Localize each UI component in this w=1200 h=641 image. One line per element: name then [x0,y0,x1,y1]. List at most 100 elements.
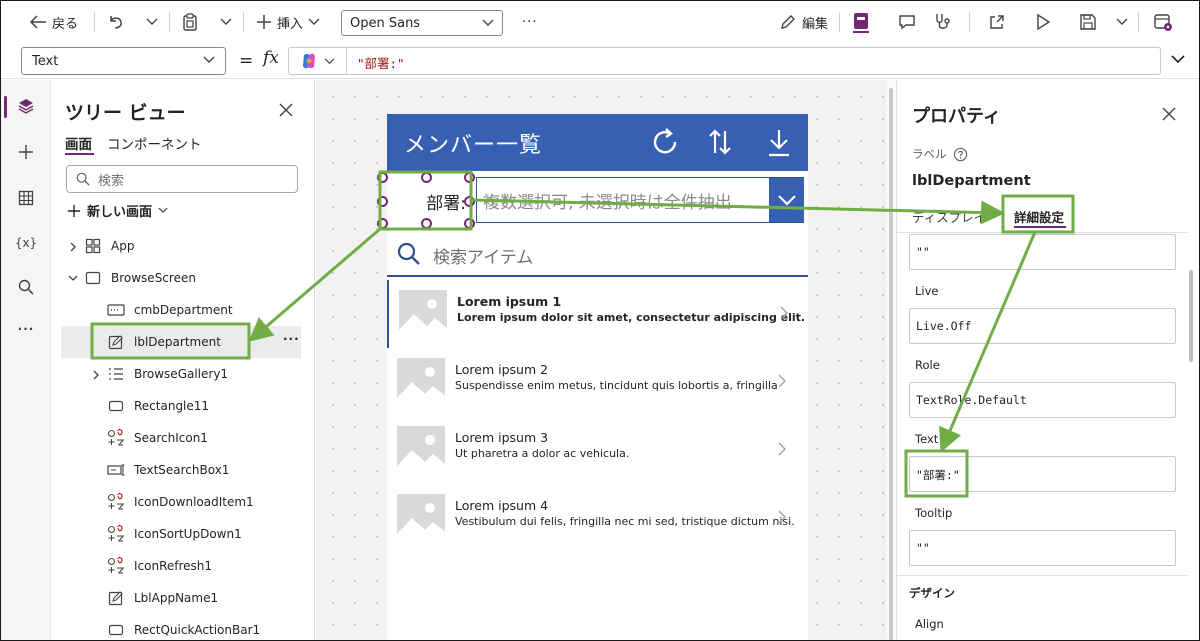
expand-formula-icon[interactable] [1171,55,1185,64]
chevron-right-icon[interactable] [778,442,786,456]
variables-rail-button[interactable]: {x} [1,223,51,263]
tree-node-app[interactable]: App [51,230,315,262]
tree-node-rectangle11[interactable]: Rectangle11 [51,390,315,422]
comment-icon [899,15,915,30]
paste-button[interactable] [181,10,199,34]
icon-control-icon [107,557,125,575]
resize-handle[interactable] [464,196,475,207]
tree-node-browsegallery1[interactable]: BrowseGallery1 [51,358,315,390]
tab-components[interactable]: コンポーネント [107,133,202,153]
gallery-item[interactable]: Lorem ipsum 1 Lorem ipsum dolor sit amet… [387,280,808,348]
chevron-right-icon [70,242,76,252]
undo-dropdown[interactable] [146,10,158,34]
combobox-expand-button[interactable] [769,178,804,222]
property-select[interactable]: Text [21,47,226,75]
tab-advanced[interactable]: 詳細設定 [1014,207,1064,226]
sort-up-down-icon[interactable] [707,127,733,157]
search-placeholder: 検索アイテム [433,248,534,268]
more-options-icon[interactable]: ··· [283,332,300,346]
formula-bar: Text = fx "部署:" [1,43,1199,79]
canvas-scrollbar[interactable] [886,80,896,640]
search-icon [76,172,90,186]
property-value-text[interactable]: "部署:" [909,456,1176,492]
font-family-select[interactable]: Open Sans [341,10,503,36]
tree-node-searchicon1[interactable]: SearchIcon1 [51,422,315,454]
insert-rail-button[interactable] [1,132,51,172]
edit-button[interactable]: 編集 [779,10,828,34]
active-indicator [4,96,7,118]
tree-node-browsescreen[interactable]: BrowseScreen [51,262,315,294]
app-checker-button[interactable] [851,10,871,34]
tree-node-textsearchbox1[interactable]: TextSearchBox1 [51,454,315,486]
resize-handle[interactable] [421,172,432,183]
equals-sign: = [239,51,254,71]
department-combobox[interactable]: 複数選択可, 未選択時は全件抽出 [476,177,804,223]
close-icon[interactable] [279,103,293,117]
property-value-tooltip[interactable]: "" [909,530,1176,566]
new-screen-button[interactable]: 新しい画面 [67,201,168,220]
tree-node-iconrefresh1[interactable]: IconRefresh1 [51,550,315,582]
save-dropdown[interactable] [1116,10,1128,34]
gallery-item[interactable]: Lorem ipsum 2 Suspendisse enim metus, ti… [387,348,808,416]
gallery-item[interactable]: Lorem ipsum 4 Vestibulum dui felis, frin… [387,484,808,552]
chevron-down-icon [158,207,168,213]
combobox-placeholder: 複数選択可, 未選択時は全件抽出 [483,193,732,213]
chevron-down-icon [220,18,232,25]
search-box[interactable]: 検索アイテム [387,232,808,277]
properties-scrollbar[interactable] [1189,270,1193,362]
health-check-button[interactable] [933,10,953,34]
formula-input[interactable]: "部署:" [288,47,1161,75]
tree-node-rectquickactionbar1[interactable]: RectQuickActionBar1 [51,614,315,640]
resize-handle[interactable] [377,172,388,183]
search-icon [18,279,34,295]
search-rail-button[interactable] [1,267,51,307]
property-value-role[interactable]: TextRole.Default [909,382,1176,418]
undo-button[interactable] [107,10,125,34]
share-button[interactable] [988,10,1006,34]
download-icon[interactable] [767,128,791,158]
resize-handle[interactable] [421,218,432,229]
comments-button[interactable] [898,10,916,34]
scrollbar-thumb[interactable] [889,88,893,640]
tree-node-label: LblAppName1 [134,591,219,605]
play-button[interactable] [1035,10,1051,34]
gallery-item-subtitle: Lorem ipsum dolor sit amet, consectetur … [457,311,806,324]
more-rail-button[interactable]: ··· [1,309,51,349]
gallery-item[interactable]: Lorem ipsum 3 Ut pharetra a dolor ac veh… [387,416,808,484]
tree-node-iconsortupdown1[interactable]: IconSortUpDown1 [51,518,315,550]
resize-handle[interactable] [377,218,388,229]
resize-handle[interactable] [377,196,388,207]
chevron-right-icon[interactable] [778,510,786,524]
resize-handle[interactable] [464,172,475,183]
tab-screens[interactable]: 画面 [65,133,92,153]
tree-node-label: IconSortUpDown1 [134,527,242,541]
tab-display[interactable]: ディスプレイ [912,207,986,226]
property-value-live[interactable]: Live.Off [909,308,1176,344]
resize-handle[interactable] [464,218,475,229]
save-button[interactable] [1079,10,1097,34]
tree-node-lbldepartment[interactable]: lblDepartment ··· [61,326,301,358]
tree-view-rail-button[interactable] [1,86,51,126]
property-value-box[interactable]: "" [909,234,1176,270]
copilot-button[interactable] [289,48,347,74]
tree-node-cmbdepartment[interactable]: cmbDepartment [51,294,315,326]
paste-dropdown[interactable] [220,10,232,34]
back-button[interactable]: 戻る [29,10,78,34]
refresh-icon[interactable] [649,126,681,158]
data-rail-button[interactable] [1,178,51,218]
chevron-right-icon[interactable] [780,306,788,320]
close-icon[interactable] [1162,107,1176,121]
tree-search-input[interactable]: 検索 [66,165,298,193]
gallery-icon [107,365,125,383]
tree-node-icondownloaditem1[interactable]: IconDownloadItem1 [51,486,315,518]
more-button[interactable]: ··· [522,10,537,34]
tree-node-lblappname1[interactable]: LblAppName1 [51,582,315,614]
insert-button[interactable]: 挿入 [256,10,320,34]
powerapps-studio-window: 戻る 挿入 Open Sans ··· 編集 Text = fx "部署:" {… [0,0,1200,641]
plus-icon [257,15,271,29]
publish-button[interactable] [1153,10,1173,34]
help-icon[interactable] [953,147,968,162]
chevron-right-icon[interactable] [778,374,786,388]
image-placeholder-icon [397,426,445,474]
tree-node-label: BrowseGallery1 [134,367,229,381]
